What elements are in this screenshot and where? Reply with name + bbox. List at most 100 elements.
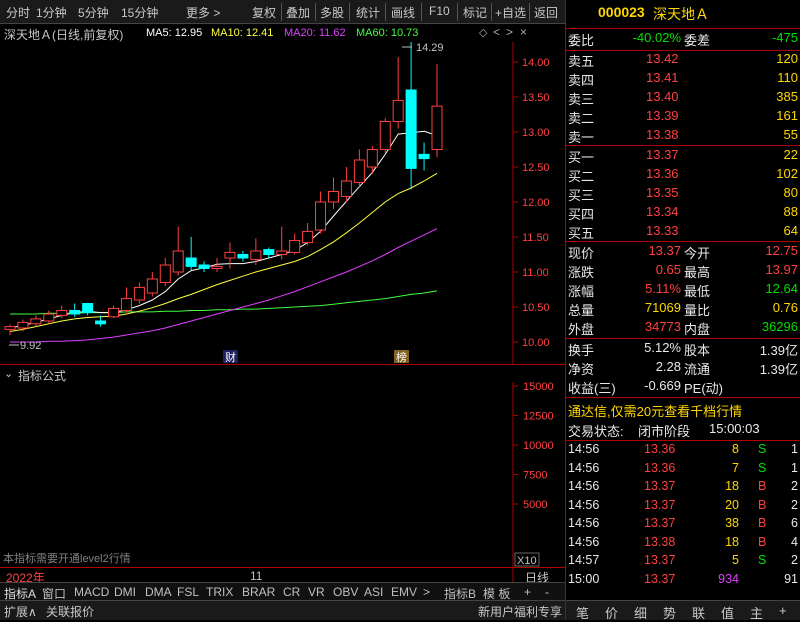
stats-button[interactable]: 统计	[356, 4, 380, 21]
tab-dmi[interactable]: DMI	[114, 585, 136, 599]
fuquan-button[interactable]: 复权	[252, 4, 276, 21]
indicator-axis: 15000 12500 10000 7500 5000	[513, 382, 554, 511]
right-tab-4[interactable]: 联	[692, 603, 705, 622]
tick-side: B	[758, 497, 767, 512]
bid-row[interactable]: 买四 13.34 88	[566, 204, 800, 223]
candle-body	[82, 303, 94, 314]
trade-state-value: 闭市阶段	[638, 424, 691, 439]
tab-more[interactable]: 更多 >	[186, 4, 220, 21]
nav-left-icon[interactable]: <	[493, 25, 500, 39]
tab-1min[interactable]: 1分钟	[36, 4, 67, 21]
candle-body	[250, 250, 262, 260]
ask-row[interactable]: 卖五 13.42 120	[566, 51, 800, 70]
ask-row[interactable]: 卖四 13.41 110	[566, 70, 800, 89]
candle-body	[431, 105, 443, 150]
tab-brar[interactable]: BRAR	[242, 585, 275, 599]
tab-vr[interactable]: VR	[308, 585, 325, 599]
tab-15min[interactable]: 15分钟	[121, 4, 158, 21]
tick-time: 15:00	[568, 571, 600, 586]
stat-label: 内盘	[684, 322, 711, 337]
right-tab-6[interactable]: 主	[750, 603, 763, 622]
tick-label: 12.00	[522, 197, 550, 209]
ask-price: 13.40	[646, 89, 679, 104]
bid-label: 买三	[568, 188, 595, 203]
tab-obv[interactable]: OBV	[333, 585, 358, 599]
chart-title-bar: 深天地Ａ(日线,前复权) MA5: 12.95 MA10: 12.41 MA20…	[0, 24, 565, 42]
tab-dma[interactable]: DMA	[145, 585, 172, 599]
stat-label: 外盘	[568, 322, 595, 337]
ask-row[interactable]: 卖三 13.40 385	[566, 89, 800, 108]
tick-count: 2	[791, 479, 798, 493]
tick-count: 2	[791, 497, 798, 512]
related-quote-button[interactable]: 关联报价	[46, 603, 94, 620]
candle-body	[211, 265, 223, 269]
bid-row[interactable]: 买三 13.35 80	[566, 185, 800, 204]
right-tab-7[interactable]: +	[779, 603, 787, 618]
right-tab-3[interactable]: 势	[663, 603, 676, 622]
tick-count: 2	[791, 553, 798, 567]
tab-5min[interactable]: 5分钟	[78, 4, 109, 21]
tab-emv[interactable]: EMV	[391, 585, 417, 599]
draw-button[interactable]: 画线	[391, 4, 415, 21]
mark-button[interactable]: 标记	[463, 4, 487, 21]
ma10-line	[9, 172, 438, 332]
candle-body	[159, 264, 171, 283]
tick-label: 10.00	[522, 337, 550, 349]
tab-fsl[interactable]: FSL	[177, 585, 199, 599]
tab-macd[interactable]: MACD	[74, 585, 109, 599]
bid-row[interactable]: 买五 13.33 64	[566, 223, 800, 242]
tab-cr[interactable]: CR	[283, 585, 300, 599]
kline-chart[interactable]: 14.00 13.50 13.00 12.50 12.00 11.50 11.00 10.50…	[0, 42, 565, 364]
overlay-button[interactable]: 叠加	[286, 4, 310, 21]
promo-text[interactable]: 通达信,仅需20元查看千档行情	[568, 401, 742, 420]
indicator-tick-label: 7500	[523, 470, 547, 482]
promo-banner[interactable]: 通达信,仅需20元查看千档行情	[566, 401, 800, 420]
zoom-out-button[interactable]: -	[545, 585, 549, 599]
candle-body	[340, 180, 352, 197]
tick-time: 14:56	[568, 479, 600, 493]
tab-more-arrow[interactable]: >	[423, 585, 430, 599]
bid-row[interactable]: 买一 13.37 22	[566, 147, 800, 166]
collapse-icon[interactable]: ⌄	[4, 367, 13, 380]
high-annotation: 14.29	[402, 42, 444, 54]
bid-label: 买五	[568, 226, 595, 241]
tick-row: 14:56 13.37 38 B 6	[566, 516, 800, 535]
tab-fenshi[interactable]: 分时	[6, 4, 30, 21]
tick-price: 13.37	[644, 571, 676, 586]
zoom-in-button[interactable]: +	[524, 585, 531, 599]
nav-right-icon[interactable]: >	[506, 25, 513, 39]
ask-row[interactable]: 卖一 13.38 55	[566, 127, 800, 146]
candle-body	[185, 257, 197, 267]
expand-button[interactable]: 扩展∧	[4, 603, 37, 620]
tab-trix[interactable]: TRIX	[206, 585, 233, 599]
trade-state-label: 交易状态:	[568, 424, 624, 439]
tab-asi[interactable]: ASI	[364, 585, 383, 599]
diamond-icon[interactable]: ◇	[479, 26, 487, 39]
stat-value: 0.76	[772, 300, 798, 315]
tick-row: 14:56 13.36 8 S 1	[566, 442, 800, 461]
right-tab-2[interactable]: 细	[634, 603, 647, 622]
ask-volume: 161	[776, 108, 798, 123]
tick-row: 14:56 13.38 18 B 4	[566, 535, 800, 554]
ma5-label: MA5: 12.95	[146, 27, 203, 39]
back-button[interactable]: 返回	[534, 4, 558, 21]
right-tab-0[interactable]: 笔	[576, 603, 589, 622]
stat-value: 13.37	[648, 243, 681, 258]
bid-row[interactable]: 买二 13.36 102	[566, 166, 800, 185]
add-watchlist-button[interactable]: +自选	[495, 4, 526, 21]
new-user-promo[interactable]: 新用户福利专享	[478, 603, 562, 620]
tick-count: 4	[791, 534, 798, 549]
stat-label: 总量	[568, 303, 595, 318]
indicator-panel[interactable]: 15000125001000075005000 本指标需要开通level2行情 …	[0, 382, 565, 582]
right-tab-5[interactable]: 值	[721, 603, 734, 622]
quote-panel: 000023 深天地Ａ 委比 -40.02% 委差 -475 卖五 13.42 …	[565, 0, 800, 622]
f10-button[interactable]: F10	[429, 4, 450, 18]
separator	[315, 3, 316, 21]
stock-header: 000023 深天地Ａ	[566, 4, 800, 26]
right-tab-1[interactable]: 价	[605, 603, 618, 622]
ask-label: 卖五	[568, 54, 595, 69]
close-icon[interactable]: ×	[520, 25, 527, 39]
stat-value: 13.97	[765, 262, 798, 277]
ask-row[interactable]: 卖二 13.39 161	[566, 108, 800, 127]
multi-stock-button[interactable]: 多股	[320, 4, 344, 21]
